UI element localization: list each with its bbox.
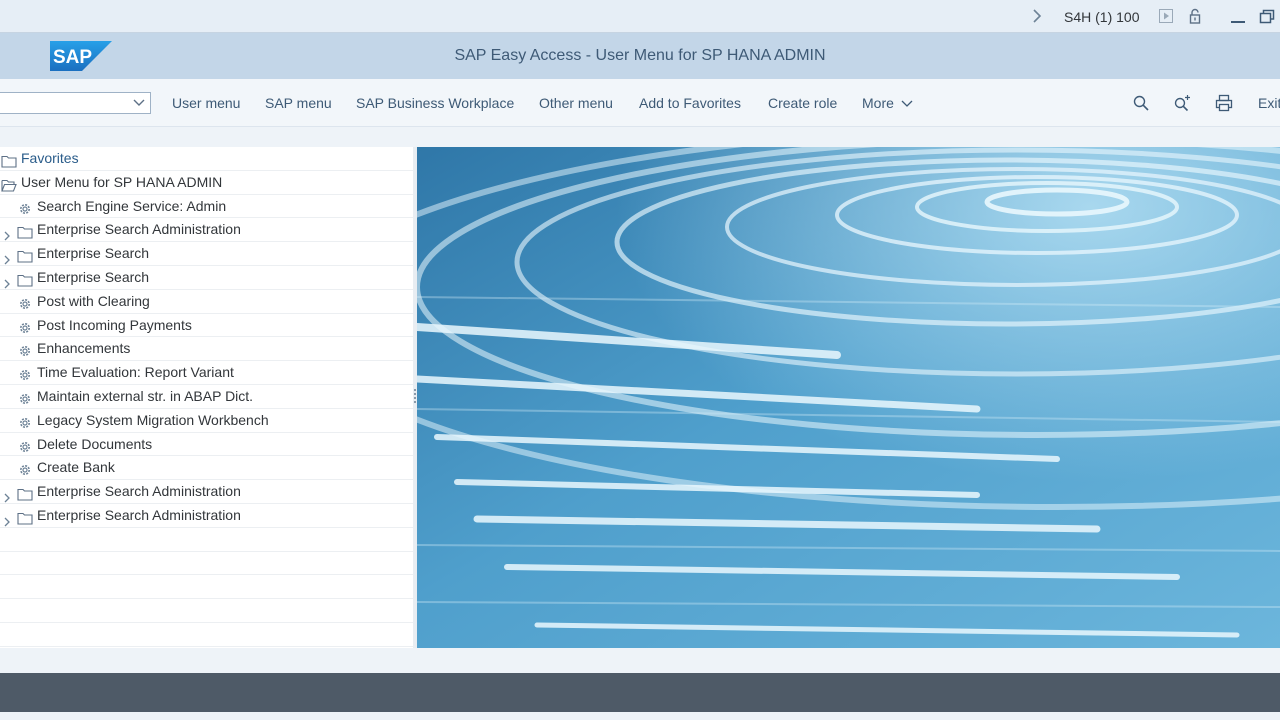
tree-node-label: Create Bank: [37, 459, 115, 476]
folder-icon: [1, 152, 17, 168]
folder-icon: [17, 485, 33, 501]
transaction-gear-icon: [18, 438, 32, 452]
tree-node-label: Maintain external str. in ABAP Dict.: [37, 387, 254, 404]
transaction-gear-icon: [18, 390, 32, 404]
chevron-right-icon[interactable]: [1030, 8, 1044, 24]
chevron-down-icon: [901, 100, 913, 107]
tree-node-label: Search Engine Service: Admin: [37, 197, 227, 214]
tree-node-label: Post with Clearing: [37, 292, 150, 309]
user-menu-root-label: User Menu for SP HANA ADMIN: [21, 173, 223, 190]
chevron-right-icon[interactable]: [2, 249, 12, 265]
tree-transaction-node[interactable]: Maintain external str. in ABAP Dict.: [0, 385, 413, 409]
folder-open-icon: [1, 176, 17, 192]
tree-transaction-node[interactable]: Time Evaluation: Report Variant: [0, 361, 413, 385]
add-to-favorites-button[interactable]: Add to Favorites: [639, 95, 741, 111]
favorites-node[interactable]: Favorites: [0, 147, 413, 171]
user-menu-tree: Favorites User Menu for SP HANA ADMIN Se…: [0, 147, 413, 648]
tree-transaction-node[interactable]: Post with Clearing: [0, 290, 413, 314]
chevron-right-icon[interactable]: [2, 225, 12, 241]
tree-transaction-node[interactable]: Delete Documents: [0, 433, 413, 457]
transaction-gear-icon: [18, 295, 32, 309]
tree-folder-node[interactable]: Enterprise Search: [0, 242, 413, 266]
more-label: More: [862, 95, 894, 111]
status-bar: [0, 648, 1280, 673]
tree-node-label: Delete Documents: [37, 435, 153, 452]
user-menu-button[interactable]: User menu: [172, 95, 240, 111]
folder-icon: [17, 247, 33, 263]
lock-icon[interactable]: [1187, 8, 1203, 24]
sap-business-workplace-button[interactable]: SAP Business Workplace: [356, 95, 514, 111]
search-plus-icon[interactable]: [1173, 94, 1191, 112]
restore-icon[interactable]: [1259, 8, 1275, 24]
chevron-right-icon[interactable]: [2, 487, 12, 503]
minimize-icon[interactable]: [1230, 8, 1246, 24]
tree-node-label: Enterprise Search: [37, 245, 150, 262]
chevron-right-icon[interactable]: [2, 273, 12, 289]
tree-node-label: Enterprise Search: [37, 268, 150, 285]
transaction-gear-icon: [18, 461, 32, 476]
search-icon[interactable]: [1132, 94, 1150, 112]
tree-transaction-node[interactable]: Search Engine Service: Admin: [0, 195, 413, 219]
chevron-down-icon[interactable]: [133, 95, 145, 109]
tree-node-label: Enterprise Search Administration: [37, 221, 241, 238]
empty-row: [0, 623, 413, 647]
chevron-right-icon[interactable]: [2, 511, 12, 527]
tree-folder-node[interactable]: Enterprise Search: [0, 266, 413, 290]
folder-icon: [17, 509, 33, 525]
system-status-bar: S4H (1) 100: [0, 0, 1280, 33]
empty-row: [0, 575, 413, 600]
tree-transaction-node[interactable]: Enhancements: [0, 337, 413, 362]
tree-node-label: Enhancements: [37, 340, 131, 357]
tree-transaction-node[interactable]: Legacy System Migration Workbench: [0, 409, 413, 433]
transaction-gear-icon: [18, 200, 32, 214]
window-title: SAP Easy Access - User Menu for SP HANA …: [454, 47, 826, 64]
empty-row: [0, 552, 413, 576]
empty-row: [0, 528, 413, 552]
easy-access-background-image: [417, 147, 1280, 648]
empty-row: [0, 599, 413, 623]
title-bar: SAP SAP Easy Access - User Menu for SP H…: [0, 33, 1280, 79]
other-menu-button[interactable]: Other menu: [539, 95, 613, 111]
more-button[interactable]: More: [862, 95, 913, 111]
tree-folder-node[interactable]: Enterprise Search Administration: [0, 480, 413, 504]
tree-node-label: Legacy System Migration Workbench: [37, 411, 269, 428]
transaction-gear-icon: [18, 366, 32, 381]
transaction-code-field[interactable]: [0, 92, 151, 114]
create-role-button[interactable]: Create role: [768, 95, 837, 111]
tree-folder-node[interactable]: Enterprise Search Administration: [0, 218, 413, 243]
transaction-gear-icon: [18, 319, 32, 333]
tree-node-label: Enterprise Search Administration: [37, 506, 241, 523]
user-menu-root-node[interactable]: User Menu for SP HANA ADMIN: [0, 171, 413, 195]
favorites-label: Favorites: [21, 150, 79, 166]
splitter-handle[interactable]: [414, 389, 416, 403]
sap-menu-button[interactable]: SAP menu: [265, 95, 332, 111]
printer-icon[interactable]: [1215, 94, 1233, 112]
tree-folder-node[interactable]: Enterprise Search Administration: [0, 504, 413, 528]
footer-strip: [0, 712, 1280, 720]
tree-transaction-node[interactable]: Create Bank: [0, 456, 413, 481]
tree-node-label: Enterprise Search Administration: [37, 483, 241, 500]
folder-icon: [17, 271, 33, 287]
exit-button[interactable]: Exit: [1258, 95, 1280, 111]
transaction-gear-icon: [18, 342, 32, 357]
tree-transaction-node[interactable]: Post Incoming Payments: [0, 314, 413, 338]
footer-bar: [0, 673, 1280, 720]
tree-node-label: Post Incoming Payments: [37, 316, 192, 333]
application-toolbar: User menu SAP menu SAP Business Workplac…: [0, 79, 1280, 127]
system-info-label: S4H (1) 100: [1064, 9, 1140, 25]
transaction-gear-icon: [18, 414, 32, 428]
tree-node-label: Time Evaluation: Report Variant: [37, 364, 234, 381]
folder-icon: [17, 223, 33, 239]
play-icon[interactable]: [1158, 8, 1174, 24]
